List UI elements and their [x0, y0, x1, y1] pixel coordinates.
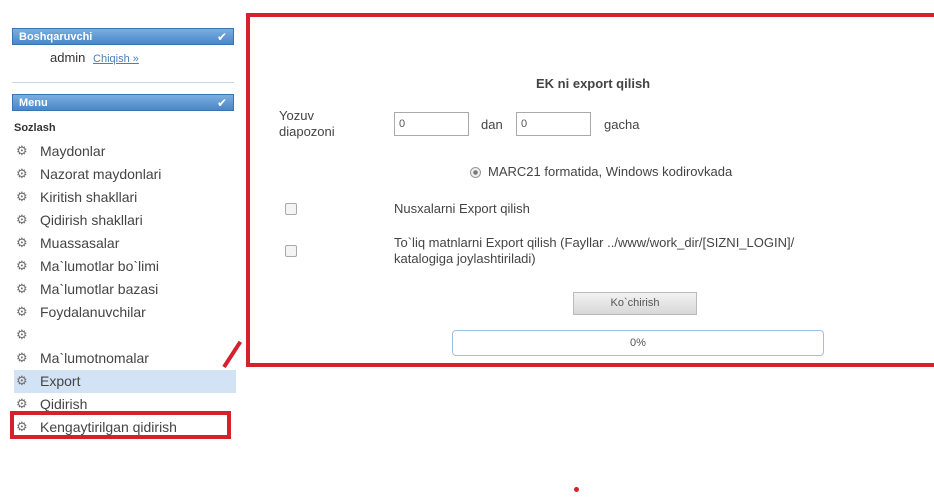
gear-icon: ⚙	[16, 212, 28, 227]
menu-item-label: Muassasalar	[40, 235, 120, 251]
menu-item-export[interactable]: ⚙ Export	[14, 370, 236, 393]
menu-panel-header: Menu ✔	[12, 94, 234, 111]
menu-item-label: Foydalanuvchilar	[40, 304, 146, 320]
range-from-input[interactable]: 0	[394, 112, 469, 136]
menu-item-label: Ma`lumotlar bazasi	[40, 281, 159, 297]
gear-icon: ⚙	[16, 235, 28, 250]
logout-link[interactable]: Chiqish »	[93, 53, 139, 65]
check-icon: ✔	[216, 96, 227, 110]
admin-row: admin Chiqish »	[50, 50, 139, 65]
divider	[12, 82, 234, 83]
export-fulltext-checkbox[interactable]	[285, 245, 297, 257]
red-dot	[574, 487, 579, 492]
menu-item-malumotlar-bolimi[interactable]: ⚙ Ma`lumotlar bo`limi	[14, 255, 236, 278]
gear-icon: ⚙	[16, 143, 28, 158]
menu-item-label: Ma`lumotnomalar	[40, 350, 149, 366]
menu-item-kiritish-shakllari[interactable]: ⚙ Kiritish shakllari	[14, 186, 236, 209]
to-text: gacha	[604, 117, 640, 132]
from-text: dan	[481, 117, 503, 132]
menu-item-label: Kiritish shakllari	[40, 189, 138, 205]
range-to-input[interactable]: 0	[516, 112, 591, 136]
admin-panel-header: Boshqaruvchi ✔	[12, 28, 234, 45]
range-label: Yozuv diapozoni	[279, 108, 349, 140]
gear-icon: ⚙	[16, 166, 28, 181]
gear-icon: ⚙	[16, 304, 28, 319]
menu-item-malumotnomalar[interactable]: ⚙ Ma`lumotnomalar	[14, 347, 236, 370]
section-title: Sozlash	[14, 122, 56, 134]
export-copies-checkbox[interactable]	[285, 203, 297, 215]
export-title: EK ni export qilish	[536, 76, 651, 91]
menu-item-label: Qidirish shakllari	[40, 212, 143, 228]
gear-icon: ⚙	[16, 189, 28, 204]
menu-item-foydalanuvchilar[interactable]: ⚙ Foydalanuvchilar	[14, 301, 236, 324]
menu-item-label: Qidirish	[40, 396, 88, 412]
gear-icon: ⚙	[16, 396, 28, 411]
export-copies-label: Nusxalarni Export qilish	[394, 201, 530, 216]
menu-item-label: Export	[40, 373, 81, 389]
format-option-label: MARC21 formatida, Windows kodirovkada	[488, 164, 733, 179]
fulltext-label-line2: katalogiga joylashtiriladi)	[394, 251, 536, 266]
gear-icon: ⚙	[16, 258, 28, 273]
gear-icon: ⚙	[16, 327, 28, 342]
export-highlight-box	[10, 411, 231, 439]
copy-button[interactable]: Ko`chirish	[573, 292, 697, 315]
fulltext-label-line1: To`liq matnlarni Export qilish (Fayllar …	[394, 235, 795, 250]
progress-bar: 0%	[452, 330, 824, 356]
admin-panel-title: Boshqaruvchi	[19, 31, 93, 43]
export-fulltext-label: To`liq matnlarni Export qilish (Fayllar …	[394, 235, 794, 267]
menu-item-label: Maydonlar	[40, 143, 106, 159]
menu-item-nazorat-maydonlari[interactable]: ⚙ Nazorat maydonlari	[14, 163, 236, 186]
menu-item-malumotlar-bazasi[interactable]: ⚙ Ma`lumotlar bazasi	[14, 278, 236, 301]
gear-icon: ⚙	[16, 373, 28, 388]
menu-item-maydonlar[interactable]: ⚙ Maydonlar	[14, 140, 236, 163]
range-label-line1: Yozuv	[279, 108, 314, 123]
gear-icon: ⚙	[16, 350, 28, 365]
admin-username: admin	[50, 50, 86, 65]
menu-list: ⚙ Maydonlar ⚙ Nazorat maydonlari ⚙ Kiritish…	[14, 140, 236, 439]
menu-item-qidirish-shakllari[interactable]: ⚙ Qidirish shakllari	[14, 209, 236, 232]
menu-item-empty[interactable]: ⚙	[14, 324, 236, 347]
gear-icon: ⚙	[16, 281, 28, 296]
menu-item-muassasalar[interactable]: ⚙ Muassasalar	[14, 232, 236, 255]
range-label-line2: diapozoni	[279, 124, 335, 139]
menu-panel-title: Menu	[19, 97, 48, 109]
format-radio[interactable]	[470, 167, 481, 178]
progress-text: 0%	[630, 337, 646, 349]
check-icon: ✔	[216, 30, 227, 44]
menu-item-label: Ma`lumotlar bo`limi	[40, 258, 160, 274]
menu-item-label: Nazorat maydonlari	[40, 166, 162, 182]
